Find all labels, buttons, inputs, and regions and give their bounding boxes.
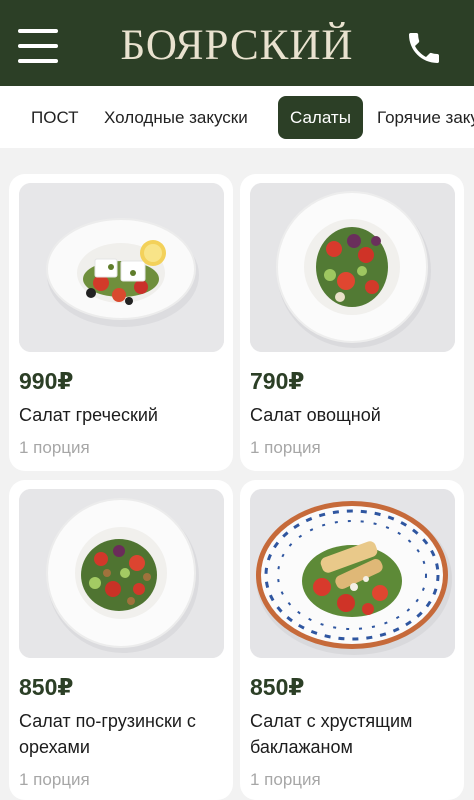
product-photo [250,489,455,658]
product-portion: 1 порция [250,438,321,457]
product-price: 850₽ [250,674,305,700]
product-portion: 1 порция [19,770,90,789]
product-name: Салат овощной [250,405,381,425]
app-header: БОЯРСКИЙ [0,0,474,86]
product-name: Салат по-грузински с орехами [19,711,196,757]
product-card[interactable]: 790₽ Салат овощной 1 порция [240,174,464,471]
product-card[interactable]: 990₽ Салат греческий 1 порция [9,174,233,471]
phone-icon[interactable] [404,28,444,68]
tab-cold-appetizers[interactable]: Холодные закуски [104,96,248,139]
product-name: Салат греческий [19,405,158,425]
product-photo [250,183,455,352]
product-price: 850₽ [19,674,74,700]
product-portion: 1 порция [250,770,321,789]
product-card[interactable]: 850₽ Салат по-грузински с орехами 1 порц… [9,480,233,800]
product-card[interactable]: 850₽ Салат с хрустящим баклажаном 1 порц… [240,480,464,800]
product-name: Салат с хрустящим баклажаном [250,711,413,757]
product-photo [19,489,224,658]
tab-hot-appetizers[interactable]: Горячие закуски [377,96,474,139]
product-portion: 1 порция [19,438,90,457]
product-price: 790₽ [250,368,305,394]
product-photo [19,183,224,352]
menu-icon[interactable] [18,27,58,65]
category-tabs: ПОСТ Холодные закуски Салаты Горячие зак… [0,86,474,148]
product-price: 990₽ [19,368,74,394]
tab-post[interactable]: ПОСТ [31,96,79,139]
restaurant-logo[interactable]: БОЯРСКИЙ [100,20,374,72]
tab-salads[interactable]: Салаты [278,96,363,139]
